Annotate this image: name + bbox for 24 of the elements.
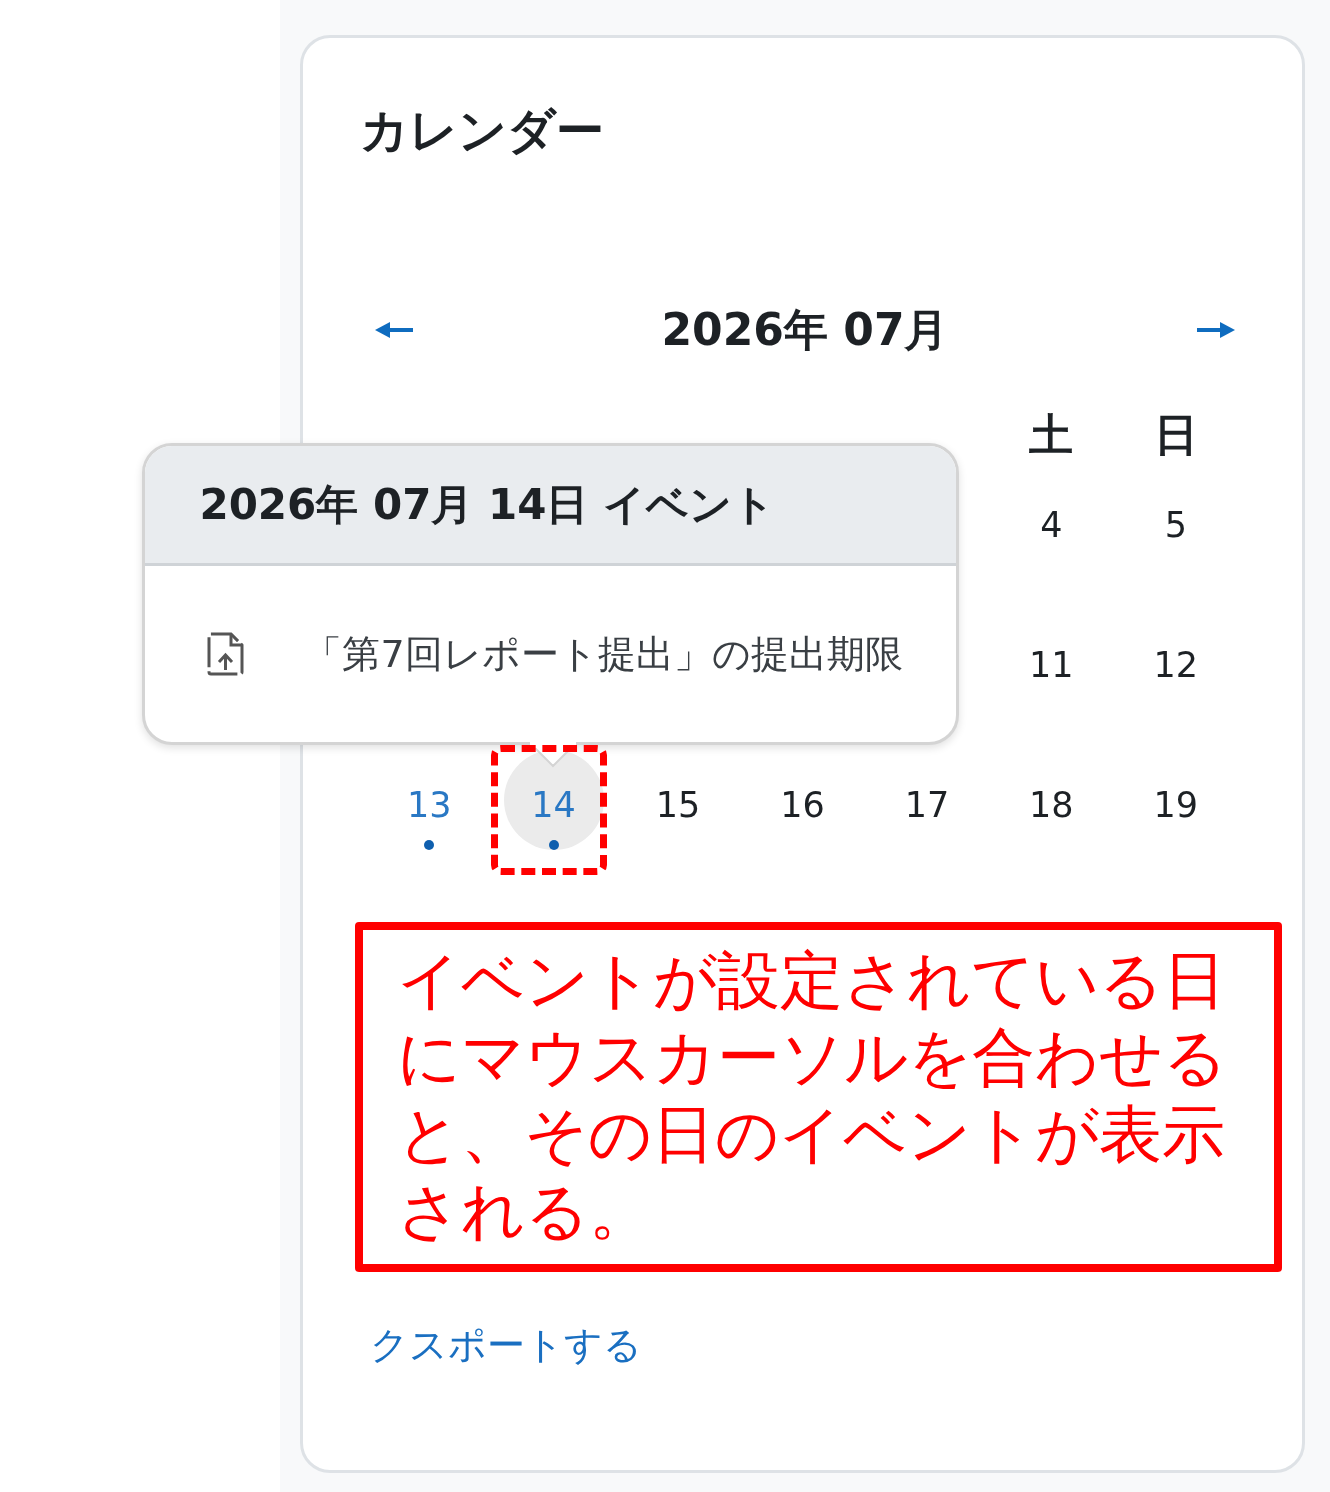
weekday-header: 土 [1029,410,1074,460]
popover-header: 2026年 07月 14日 イベント [145,446,957,566]
event-dot-icon [548,840,559,850]
event-name: 「第7回レポート提出」の提出期限 [304,631,903,678]
date-text: 12 [1153,645,1199,685]
date-text: 19 [1153,785,1199,825]
date-text: 5 [1164,505,1187,545]
event-dot-icon [424,840,435,850]
date-text: 11 [1029,645,1074,685]
date-text: 18 [1029,785,1074,825]
file-upload-icon [207,632,245,676]
calendar-day-link[interactable]: 13 [406,785,452,850]
date-text: 17 [904,785,950,825]
date-text: 4 [1040,505,1063,545]
block-title: カレンダー [360,101,604,160]
weekday-header: 日 [1153,410,1198,460]
date-text: 15 [655,785,701,825]
footer-link[interactable]: クスポートする [370,1308,642,1383]
right-arrow-icon[interactable] [1197,322,1235,338]
date-text: 16 [780,785,825,825]
annotation-callout: イベントが設定されている日にマウスカーソルを合わせると、その日のイベントが表示される。 [355,922,1282,1272]
month-title: 2026年 07月 [661,303,949,357]
calendar-day-link[interactable]: 14 [503,750,604,850]
left-arrow-icon[interactable] [375,322,413,338]
